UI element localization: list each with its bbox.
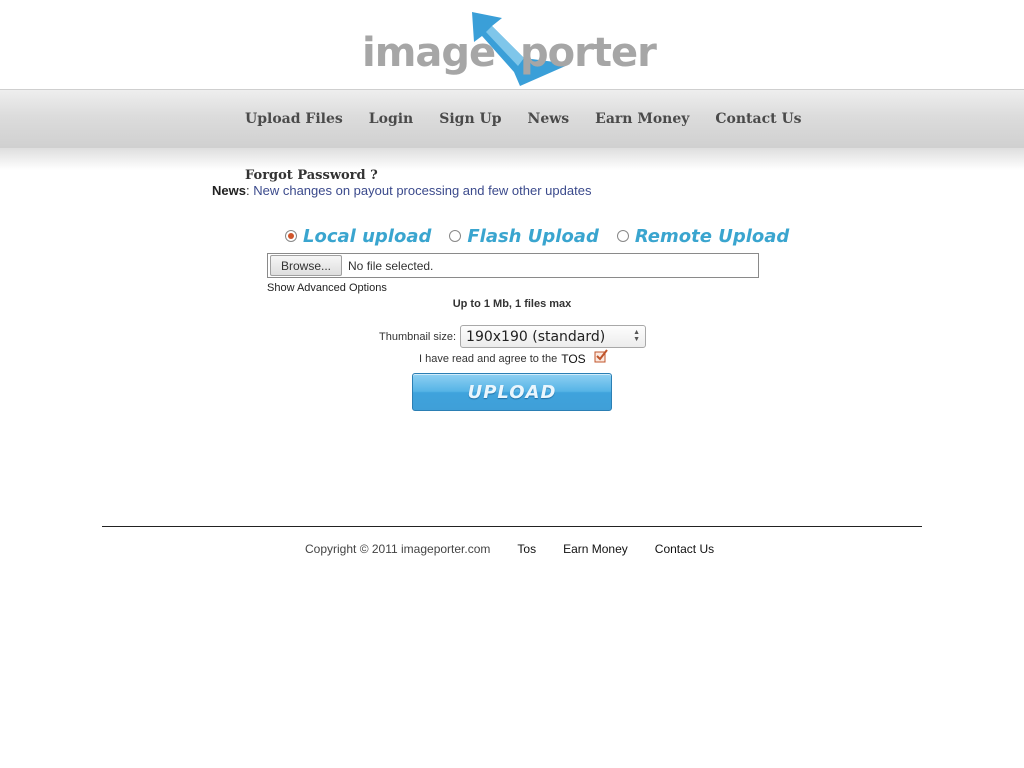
- forgot-password-link[interactable]: Forgot Password ?: [245, 168, 378, 183]
- upload-button-label: UPLOAD: [467, 381, 557, 403]
- thumbnail-size-select[interactable]: 190x190 (standard) ▲ ▼: [460, 325, 647, 348]
- mode-label-flash: Flash Upload: [467, 225, 599, 247]
- footer: Copyright © 2011 imageporter.com Tos Ear…: [305, 542, 714, 556]
- browse-button[interactable]: Browse...: [270, 255, 343, 276]
- nav-news[interactable]: News: [528, 111, 570, 127]
- thumbnail-size-value: 190x190 (standard): [466, 328, 606, 345]
- mode-label-local: Local upload: [303, 225, 432, 247]
- nav-contact-us[interactable]: Contact Us: [715, 111, 801, 127]
- footer-divider: [102, 526, 922, 527]
- tos-checkbox[interactable]: [594, 349, 608, 363]
- upload-limit-text: Up to 1 Mb, 1 files max: [452, 298, 572, 310]
- radio-remote-upload[interactable]: [616, 230, 629, 242]
- nav-login[interactable]: Login: [369, 111, 413, 127]
- nav-earn-money[interactable]: Earn Money: [595, 111, 689, 127]
- upload-button[interactable]: UPLOAD: [412, 373, 612, 411]
- file-input[interactable]: Browse... No file selected.: [267, 253, 759, 278]
- thumbnail-size-row: Thumbnail size: 190x190 (standard) ▲ ▼: [379, 325, 647, 348]
- thumbnail-size-label: Thumbnail size:: [379, 330, 457, 343]
- navbar-shadow: [0, 148, 1024, 170]
- footer-link-earn-money[interactable]: Earn Money: [563, 542, 628, 556]
- footer-copyright: Copyright © 2011 imageporter.com: [305, 542, 491, 556]
- mode-remote-upload[interactable]: Remote Upload: [616, 225, 790, 247]
- logo-text-right: porter: [520, 30, 657, 76]
- main-nav: Upload Files Login Sign Up News Earn Mon…: [245, 90, 802, 148]
- main-navbar: Upload Files Login Sign Up News Earn Mon…: [0, 89, 1024, 149]
- mode-label-remote: Remote Upload: [634, 225, 790, 247]
- footer-link-contact-us[interactable]: Contact Us: [655, 542, 714, 556]
- select-arrows-icon: ▲ ▼: [633, 329, 641, 343]
- news-separator: :: [245, 183, 250, 198]
- footer-link-tos[interactable]: Tos: [517, 542, 536, 556]
- nav-upload-files[interactable]: Upload Files: [245, 111, 343, 127]
- tos-text: I have read and agree to the: [419, 353, 558, 365]
- nav-sign-up[interactable]: Sign Up: [439, 111, 501, 127]
- radio-flash-upload[interactable]: [449, 230, 462, 242]
- show-advanced-options-link[interactable]: Show Advanced Options: [267, 282, 387, 294]
- mode-flash-upload[interactable]: Flash Upload: [449, 225, 599, 247]
- news-line: News: New changes on payout processing a…: [212, 183, 591, 198]
- radio-local-upload[interactable]: [285, 230, 297, 242]
- news-link[interactable]: New changes on payout processing and few…: [253, 183, 591, 198]
- site-logo[interactable]: image porter: [362, 8, 662, 88]
- tos-link[interactable]: TOS: [561, 352, 585, 366]
- tos-row: I have read and agree to the TOS: [419, 349, 608, 366]
- news-label: News: [212, 183, 246, 198]
- mode-local-upload[interactable]: Local upload: [285, 226, 431, 247]
- file-status: No file selected.: [348, 258, 434, 273]
- upload-mode-selector: Local upload Flash Upload Remote Upload: [285, 223, 789, 249]
